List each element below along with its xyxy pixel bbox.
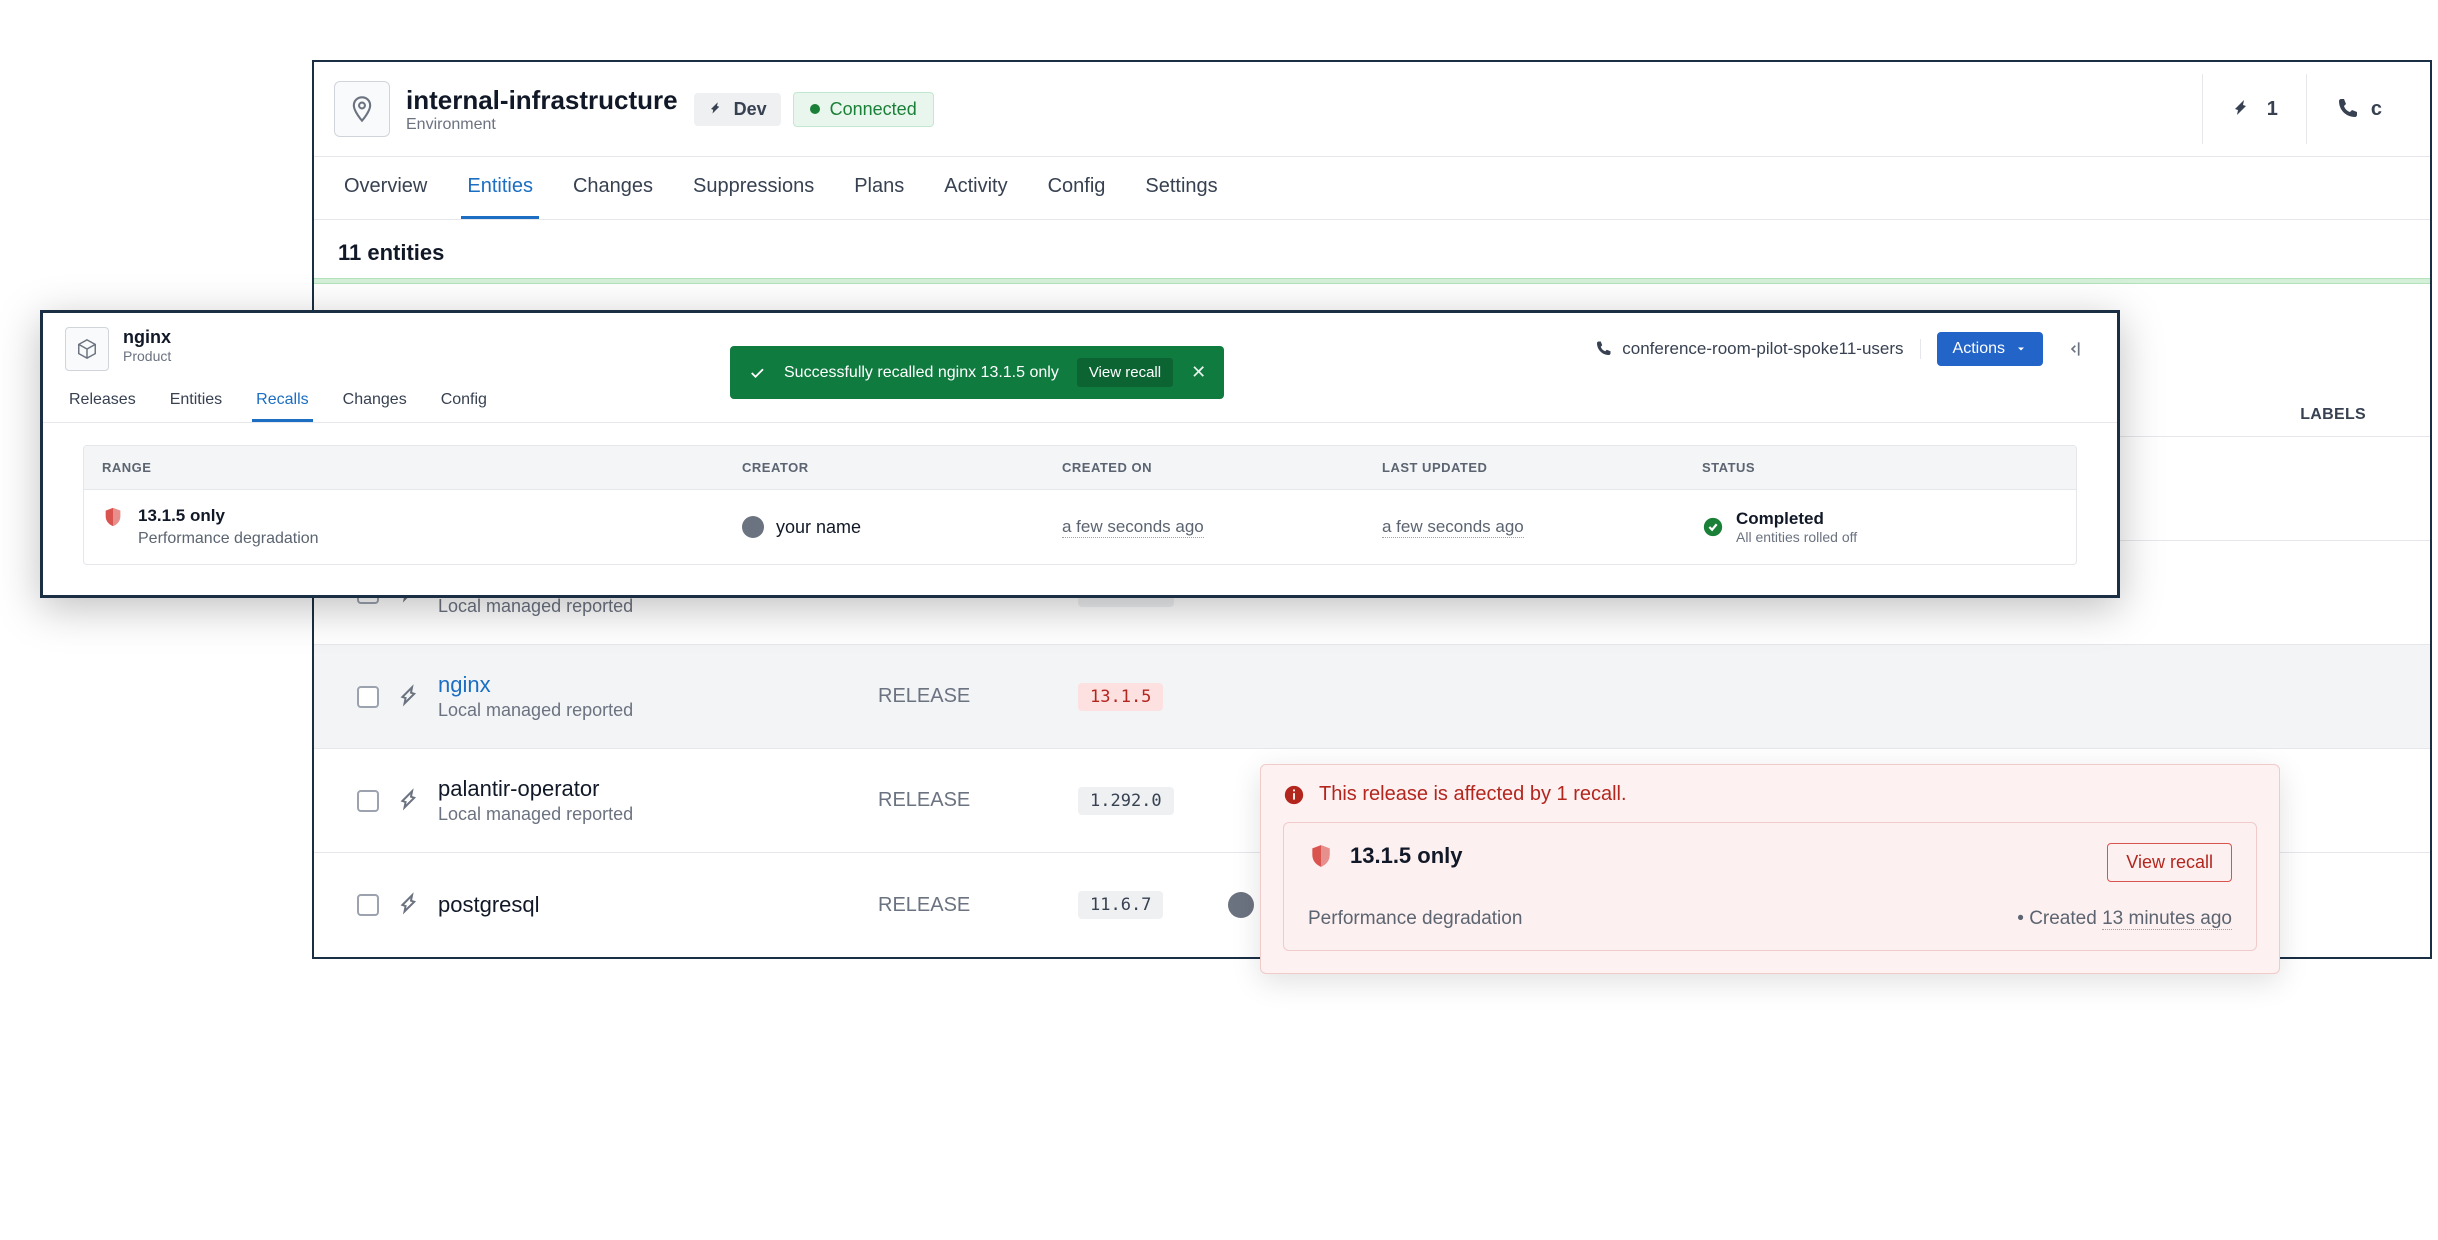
status-dot-icon [810,104,820,114]
actions-button[interactable]: Actions [1937,332,2043,366]
cube-icon [76,338,98,360]
row-subtitle: Local managed reported [438,700,633,721]
range-title: 13.1.5 only [138,506,319,526]
header-call-count[interactable]: c [2306,74,2410,144]
check-circle-icon [1702,516,1724,538]
tab-changes[interactable]: Changes [339,381,411,422]
recall-description: Performance degradation [1308,908,1522,930]
connected-label: Connected [830,99,917,120]
entities-count: 11 entities [314,220,2430,278]
panel-collapse-button[interactable] [2059,339,2095,359]
toast-message: Successfully recalled nginx 13.1.5 only [784,364,1059,382]
row-type: RELEASE [878,685,1078,708]
tab-releases[interactable]: Releases [65,381,140,422]
status-sub: All entities rolled off [1736,529,1857,545]
environment-title: internal-infrastructure [406,85,678,116]
recall-card: 13.1.5 only View recall Performance degr… [1283,822,2257,951]
column-last-updated: LAST UPDATED [1364,446,1684,489]
tab-config[interactable]: Config [1042,157,1112,219]
tab-config[interactable]: Config [437,381,491,422]
environment-subtitle: Environment [406,116,678,134]
row-title: postgresql [438,892,540,918]
dev-badge: Dev [694,93,781,126]
tab-overview[interactable]: Overview [338,157,433,219]
row-checkbox[interactable] [357,686,379,708]
recall-row[interactable]: 13.1.5 only Performance degradation your… [84,490,2076,564]
row-title[interactable]: nginx [438,672,633,698]
column-created-on: CREATED ON [1044,446,1364,489]
row-subtitle: Local managed reported [438,804,633,825]
connected-badge: Connected [793,92,934,127]
row-subtitle: Local managed reported [438,596,633,617]
phone-icon [1594,340,1612,358]
recall-heading: This release is affected by 1 recall. [1319,783,1627,806]
hammer-icon [398,788,424,814]
version-chip: 11.6.7 [1078,891,1163,919]
info-icon [1283,784,1305,806]
conference-link[interactable]: conference-room-pilot-spoke11-users [1594,339,1920,359]
tab-changes[interactable]: Changes [567,157,659,219]
view-recall-button[interactable]: View recall [2107,843,2232,882]
tab-plans[interactable]: Plans [848,157,910,219]
hammer-icon [398,892,424,918]
phone-icon [2335,97,2359,121]
product-subtitle: Product [123,348,171,364]
row-type: RELEASE [878,894,1078,917]
recall-title: 13.1.5 only [1350,843,1463,869]
recall-popover: This release is affected by 1 recall. 13… [1260,764,2280,974]
tab-suppressions[interactable]: Suppressions [687,157,820,219]
environment-tabs: Overview Entities Changes Suppressions P… [314,157,2430,220]
row-checkbox[interactable] [357,894,379,916]
range-sub: Performance degradation [138,530,319,548]
hammer-icon [398,684,424,710]
tab-recalls[interactable]: Recalls [252,381,312,422]
row-title: palantir-operator [438,776,633,802]
chevron-down-icon [2015,343,2027,355]
column-range: RANGE [84,446,724,489]
avatar-icon [742,516,764,538]
dev-label: Dev [734,99,767,120]
product-icon [65,327,109,371]
shield-icon [102,506,124,528]
tab-entities[interactable]: Entities [166,381,226,422]
recalls-table: RANGE CREATOR CREATED ON LAST UPDATED ST… [83,445,2077,565]
tab-entities[interactable]: Entities [461,157,539,219]
shield-icon [1308,843,1334,869]
column-status: STATUS [1684,446,2076,489]
product-title: nginx [123,327,171,348]
version-chip: 13.1.5 [1078,683,1163,711]
toast-view-recall-button[interactable]: View recall [1077,358,1173,387]
table-row[interactable]: nginx Local managed reported RELEASE 13.… [314,645,2430,749]
recall-created: • Created 13 minutes ago [2017,908,2232,930]
row-type: RELEASE [878,789,1078,812]
row-checkbox[interactable] [357,790,379,812]
last-updated-time: a few seconds ago [1382,517,1524,538]
tab-activity[interactable]: Activity [938,157,1013,219]
header-build-count[interactable]: 1 [2202,74,2306,144]
version-chip: 1.292.0 [1078,787,1174,815]
status-title: Completed [1736,509,1857,529]
toast-close-button[interactable]: ✕ [1191,362,1206,383]
environment-header: internal-infrastructure Environment Dev … [314,62,2430,157]
creator-name: your name [776,517,861,538]
avatar-icon [1228,892,1254,918]
success-toast: Successfully recalled nginx 13.1.5 only … [730,346,1224,399]
created-on-time: a few seconds ago [1062,517,1204,538]
check-icon [748,364,766,382]
hammer-icon [2231,97,2255,121]
column-creator: CREATOR [724,446,1044,489]
column-labels: LABELS [2300,406,2406,424]
tab-settings[interactable]: Settings [1139,157,1223,219]
environment-icon [334,81,390,137]
